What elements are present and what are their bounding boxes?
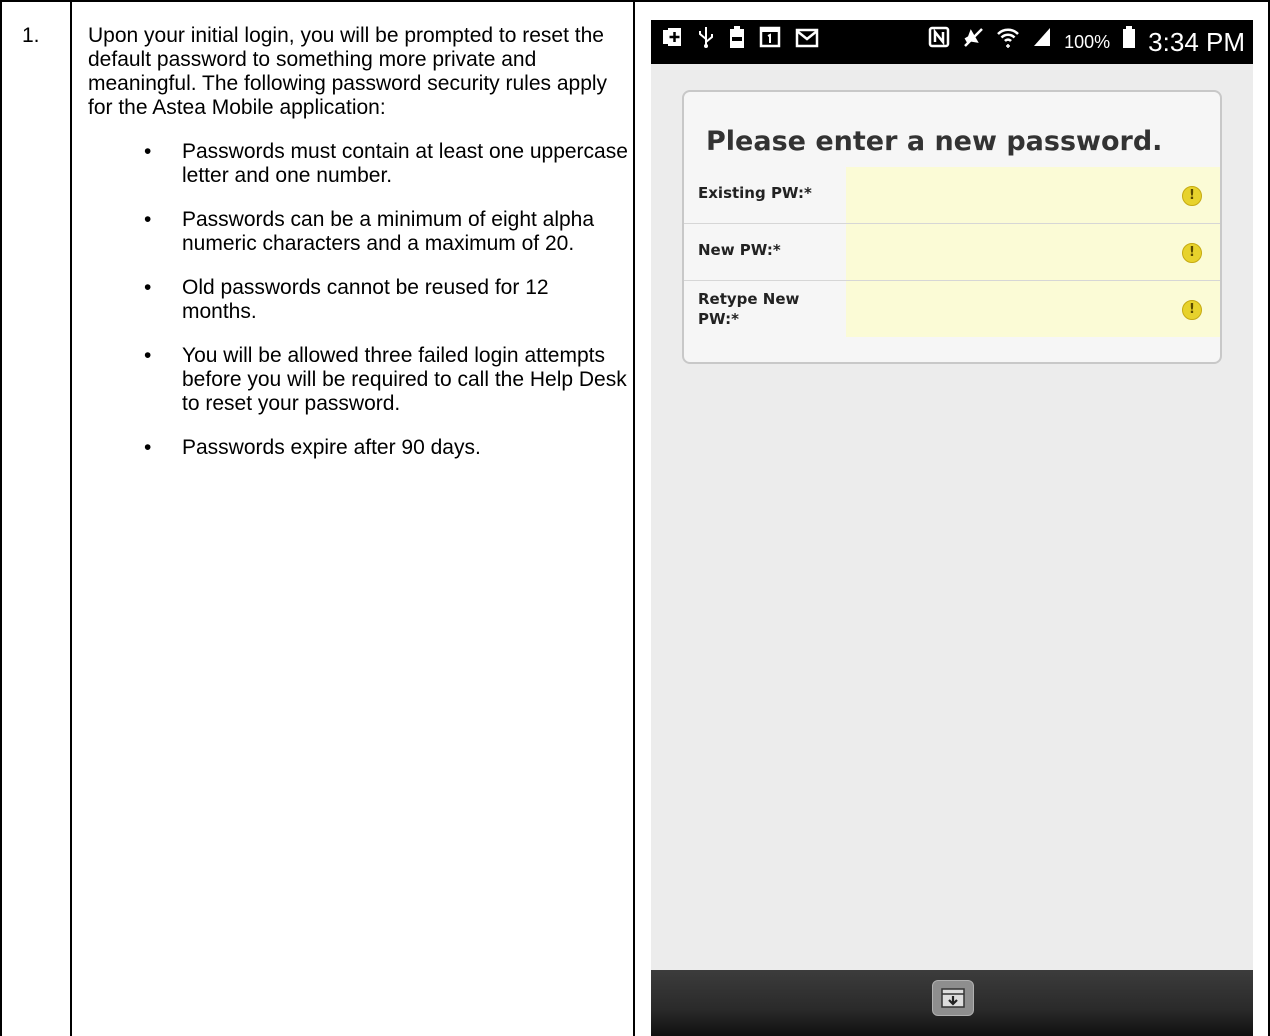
- list-item: • Passwords expire after 90 days.: [88, 436, 628, 460]
- new-password-input[interactable]: [846, 224, 1220, 280]
- bullet: •: [144, 140, 152, 163]
- list-item: • You will be allowed three failed login …: [88, 344, 628, 416]
- rule-text: You will be allowed three failed login a…: [182, 344, 627, 415]
- instructions: Upon your initial login, you will be pro…: [88, 24, 628, 480]
- battery-icon: [1122, 25, 1136, 59]
- gmail-icon: [795, 26, 819, 58]
- password-rules-list: • Passwords must contain at least one upp…: [88, 140, 628, 460]
- battery-100-icon: [729, 25, 745, 59]
- retype-password-label: Retype New PW:*: [698, 290, 800, 328]
- table-column-divider: [633, 0, 635, 1036]
- list-item: • Passwords can be a minimum of eight alp…: [88, 208, 628, 256]
- status-bar: 100% 3:34 PM: [651, 20, 1253, 64]
- battery-percent: 100%: [1064, 31, 1111, 52]
- warning-icon: !: [1182, 300, 1202, 320]
- new-password-row: New PW:* !: [684, 224, 1220, 280]
- list-item: • Passwords must contain at least one upp…: [88, 140, 628, 188]
- bullet: •: [144, 276, 152, 299]
- bottom-toolbar: [651, 970, 1253, 1036]
- download-icon: [941, 988, 965, 1008]
- add-icon: [661, 26, 683, 58]
- rule-text: Passwords can be a minimum of eight alph…: [182, 208, 595, 255]
- rule-text: Old passwords cannot be reused for 12 mo…: [182, 276, 549, 323]
- status-bar-right: 100% 3:34 PM: [928, 26, 1245, 58]
- intro-paragraph: Upon your initial login, you will be pro…: [88, 24, 608, 119]
- status-time: 3:34 PM: [1148, 26, 1245, 57]
- table-left-border: [0, 0, 2, 1036]
- calendar-icon: [759, 26, 781, 58]
- mute-icon: [962, 26, 984, 58]
- usb-icon: [697, 25, 715, 59]
- warning-icon: !: [1182, 186, 1202, 206]
- document-table: 1. Upon your initial login, you will be …: [0, 0, 1270, 1036]
- table-top-border: [0, 0, 1270, 2]
- bullet: •: [144, 344, 152, 367]
- rule-text: Passwords must contain at least one uppe…: [182, 140, 628, 187]
- existing-password-input[interactable]: [846, 167, 1220, 223]
- wifi-icon: [996, 25, 1020, 59]
- download-button[interactable]: [932, 980, 974, 1016]
- table-column-divider: [70, 0, 72, 1036]
- retype-password-row: Retype New PW:* !: [684, 281, 1220, 337]
- bullet: •: [144, 436, 152, 459]
- bullet: •: [144, 208, 152, 231]
- retype-password-input[interactable]: [846, 281, 1220, 337]
- phone-screenshot: 100% 3:34 PM Please enter a new password…: [651, 20, 1253, 1036]
- list-item: • Old passwords cannot be reused for 12 m…: [88, 276, 628, 324]
- card-title: Please enter a new password.: [706, 126, 1163, 157]
- password-card: Please enter a new password. Existing PW…: [682, 90, 1222, 364]
- nfc-icon: [928, 26, 950, 58]
- rule-text: Passwords expire after 90 days.: [182, 436, 481, 459]
- existing-password-row: Existing PW:* !: [684, 167, 1220, 223]
- existing-password-label: Existing PW:*: [698, 184, 812, 202]
- new-password-label: New PW:*: [698, 241, 781, 259]
- warning-icon: !: [1182, 243, 1202, 263]
- signal-icon: [1032, 26, 1052, 58]
- step-number: 1.: [22, 24, 40, 47]
- status-bar-left: [661, 26, 819, 58]
